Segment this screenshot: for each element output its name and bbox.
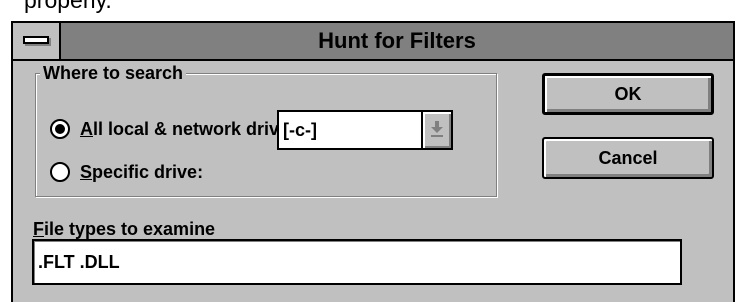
file-types-input[interactable] [32, 239, 682, 285]
radio-all-drives-label[interactable]: All local & network drives [80, 119, 299, 140]
drive-select[interactable]: [-c-] [277, 110, 453, 150]
system-menu-button[interactable] [13, 23, 61, 59]
accelerator-key: S [80, 161, 93, 182]
radio-button-icon[interactable] [50, 162, 70, 182]
file-types-label: File types to examine [33, 218, 215, 240]
dialog-title: Hunt for Filters [318, 28, 476, 53]
system-menu-icon [23, 36, 49, 44]
radio-specific-drive-label[interactable]: Specific drive: [80, 162, 203, 183]
title-bar[interactable]: Hunt for Filters [13, 23, 733, 61]
ok-button[interactable]: OK [542, 73, 714, 115]
radio-button-icon[interactable] [50, 119, 70, 139]
label-text: pecific drive: [92, 161, 204, 182]
accelerator-key: A [80, 118, 93, 139]
radio-selected-dot [55, 124, 65, 134]
drive-select-value: [-c-] [283, 120, 317, 140]
radio-all-drives[interactable]: All local & network drives [50, 116, 299, 142]
label-text: ll local & network drives [93, 118, 300, 139]
radio-specific-drive[interactable]: Specific drive: [50, 159, 203, 185]
background-text: properly. [24, 0, 112, 13]
hunt-for-filters-dialog: Hunt for Filters Where to search All loc… [11, 21, 735, 302]
accelerator-key: F [33, 219, 44, 239]
drive-select-dropdown-button[interactable] [421, 112, 451, 148]
label-text: ile types to examine [44, 219, 216, 239]
cancel-button[interactable]: Cancel [542, 137, 714, 179]
down-arrow-icon [431, 121, 443, 137]
where-to-search-label: Where to search [40, 62, 187, 84]
